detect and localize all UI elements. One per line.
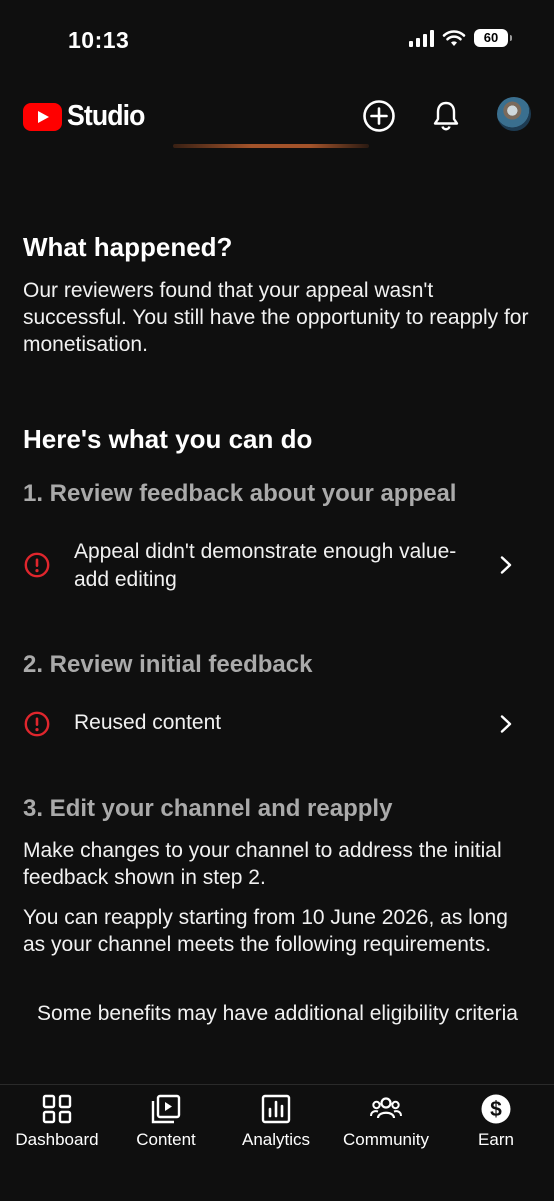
nav-label: Content <box>136 1130 196 1149</box>
community-icon <box>370 1097 402 1119</box>
appeal-feedback-label: Appeal didn't demonstrate enough value-a… <box>74 540 457 591</box>
nav-community[interactable]: Community <box>331 1085 441 1165</box>
youtube-play-icon <box>23 102 62 131</box>
what-you-can-do-title: Here's what you can do <box>23 424 313 454</box>
chevron-right-icon <box>500 556 512 574</box>
status-icons: 60 <box>409 29 512 47</box>
nav-label: Community <box>343 1130 429 1149</box>
wifi-icon <box>442 30 466 46</box>
studio-logo[interactable]: Studio <box>23 100 151 133</box>
signal-icon <box>409 29 434 47</box>
content-icon <box>151 1094 181 1124</box>
step3-body-1: Make changes to your channel to address … <box>23 839 502 889</box>
status-time: 10:13 <box>68 27 130 53</box>
loading-progress-bar <box>173 144 369 148</box>
initial-feedback-row[interactable]: Reused content <box>0 692 554 756</box>
logo-text: Studio <box>67 100 145 132</box>
analytics-icon <box>261 1094 291 1124</box>
nav-label: Analytics <box>241 1130 311 1149</box>
nav-label: Earn <box>478 1130 514 1149</box>
chevron-right-icon <box>500 715 512 733</box>
nav-analytics[interactable]: Analytics <box>221 1085 331 1165</box>
battery-indicator: 60 <box>474 29 512 47</box>
alert-icon <box>24 711 50 737</box>
earn-icon: $ <box>481 1094 511 1124</box>
step3-body-2: You can reapply starting from 10 June 20… <box>23 906 508 956</box>
nav-content[interactable]: Content <box>111 1085 221 1165</box>
bottom-nav: Dashboard Content Analytics Community $ <box>0 1084 554 1201</box>
what-happened-title: What happened? <box>23 232 233 262</box>
status-bar: 10:13 60 <box>0 0 554 80</box>
nav-label: Dashboard <box>15 1130 99 1149</box>
create-button[interactable] <box>359 96 399 136</box>
nav-dashboard[interactable]: Dashboard <box>2 1085 112 1165</box>
step2-title: 2. Review initial feedback <box>23 651 313 678</box>
what-happened-body: Our reviewers found that your appeal was… <box>23 279 529 356</box>
dashboard-icon <box>42 1094 72 1124</box>
step1-title: 1. Review feedback about your appeal <box>23 480 457 507</box>
svg-text:$: $ <box>490 1098 502 1121</box>
app-header: Studio <box>0 86 554 146</box>
notifications-button[interactable] <box>426 96 466 136</box>
appeal-feedback-row[interactable]: Appeal didn't demonstrate enough value-a… <box>0 533 554 597</box>
alert-icon <box>24 552 50 578</box>
bell-icon <box>433 101 459 131</box>
step3-title: 3. Edit your channel and reapply <box>23 795 393 822</box>
add-circle-icon <box>363 100 395 132</box>
nav-earn[interactable]: $ Earn <box>441 1085 551 1165</box>
initial-feedback-label: Reused content <box>74 711 222 734</box>
eligibility-note: Some benefits may have additional eligib… <box>37 1002 518 1025</box>
avatar[interactable] <box>497 97 531 131</box>
